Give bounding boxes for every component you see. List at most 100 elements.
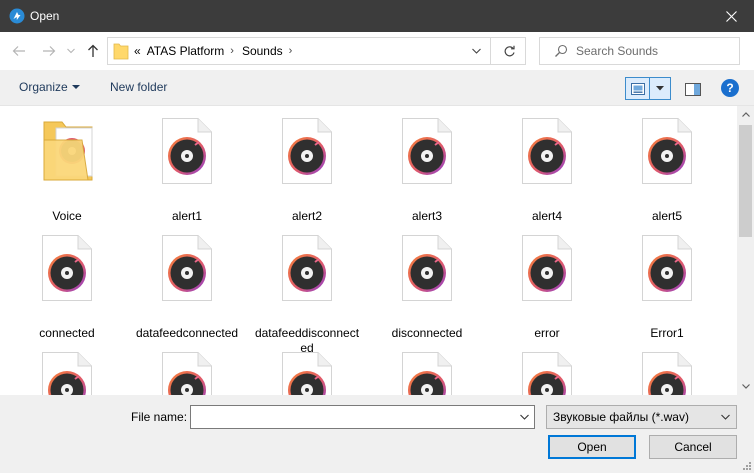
file-item[interactable]: alert1	[132, 106, 242, 226]
scroll-down-button[interactable]	[737, 378, 754, 395]
recent-locations-button[interactable]	[64, 40, 78, 62]
file-item[interactable]	[612, 340, 722, 395]
open-button[interactable]: Open	[548, 435, 636, 459]
file-type-dropdown[interactable]	[718, 406, 732, 428]
chevron-up-icon	[741, 112, 750, 117]
file-list: Voice alert1 alert2 alert3 alert4 alert5…	[0, 106, 737, 395]
breadcrumb-overflow[interactable]: «	[134, 44, 141, 58]
resize-grip-icon[interactable]	[742, 461, 752, 471]
close-button[interactable]	[708, 0, 754, 32]
audio-file-icon	[42, 352, 92, 395]
chevron-down-icon	[519, 414, 529, 420]
audio-file-icon	[642, 352, 692, 395]
breadcrumb-separator-icon[interactable]: ›	[230, 45, 234, 57]
file-item[interactable]: connected	[12, 223, 122, 343]
footer-panel: File name: Звуковые файлы (*.wav) Open C…	[0, 395, 754, 473]
chevron-down-icon	[656, 86, 664, 91]
file-item[interactable]: error	[492, 223, 602, 343]
file-item[interactable]: Error1	[612, 223, 722, 343]
file-item[interactable]: disconnected	[372, 223, 482, 343]
back-button[interactable]	[8, 40, 30, 62]
file-name-label: File name:	[131, 410, 188, 424]
organize-label: Organize	[19, 80, 68, 94]
file-item[interactable]: datafeedconnected	[132, 223, 242, 343]
window-title: Open	[30, 9, 60, 23]
file-name-label: alert3	[411, 209, 443, 223]
breadcrumb-separator-icon[interactable]: ›	[289, 45, 293, 57]
scroll-thumb[interactable]	[739, 125, 752, 237]
up-button[interactable]	[82, 40, 104, 62]
title-bar: Open	[0, 0, 754, 32]
scroll-up-button[interactable]	[737, 106, 754, 123]
file-item[interactable]: alert2	[252, 106, 362, 226]
change-view-button[interactable]	[625, 77, 671, 100]
command-bar: Organize New folder ?	[0, 70, 754, 106]
audio-file-icon	[282, 235, 332, 301]
search-box[interactable]: Search Sounds	[539, 37, 740, 65]
audio-file-icon	[282, 118, 332, 184]
file-name-label: alert4	[531, 209, 563, 223]
file-name-history-dropdown[interactable]	[514, 406, 534, 428]
new-folder-button[interactable]: New folder	[110, 80, 167, 94]
file-item[interactable]: alert5	[612, 106, 722, 226]
file-type-select[interactable]: Звуковые файлы (*.wav)	[546, 405, 737, 429]
file-item[interactable]	[132, 340, 242, 395]
atas-app-icon	[9, 8, 25, 24]
navigation-bar: « ATAS Platform › Sounds › Search Sounds	[0, 32, 754, 70]
audio-file-icon	[282, 352, 332, 395]
file-item[interactable]: datafeeddisconnected	[252, 223, 362, 355]
file-name-label: alert5	[651, 209, 683, 223]
address-bar[interactable]: « ATAS Platform › Sounds ›	[107, 37, 526, 65]
up-arrow-icon	[88, 44, 98, 57]
audio-file-icon	[42, 235, 92, 301]
file-item[interactable]: alert3	[372, 106, 482, 226]
forward-button[interactable]	[38, 40, 60, 62]
audio-file-icon	[402, 352, 452, 395]
file-name-label: Voice	[52, 209, 82, 223]
audio-file-icon	[162, 235, 212, 301]
file-item[interactable]	[492, 340, 602, 395]
search-icon	[555, 44, 568, 57]
file-name-label: disconnected	[391, 326, 463, 340]
folder-icon	[42, 118, 93, 184]
organize-button[interactable]: Organize	[19, 80, 80, 94]
preview-pane-button[interactable]	[683, 80, 703, 98]
audio-file-icon	[522, 352, 572, 395]
chevron-down-icon	[472, 48, 481, 54]
breadcrumb-atas-platform[interactable]: ATAS Platform	[147, 44, 225, 58]
large-icons-view-icon	[630, 82, 645, 95]
file-item[interactable]: alert4	[492, 106, 602, 226]
search-input[interactable]: Search Sounds	[576, 44, 658, 58]
file-item[interactable]	[12, 340, 122, 395]
file-name-label: connected	[39, 326, 95, 340]
breadcrumb-sounds[interactable]: Sounds	[242, 44, 283, 58]
file-name-label: error	[534, 326, 560, 340]
vertical-scrollbar[interactable]	[737, 106, 754, 395]
address-history-button[interactable]	[463, 38, 491, 64]
chevron-down-icon	[67, 48, 75, 54]
help-button[interactable]: ?	[721, 79, 739, 97]
view-icon[interactable]	[626, 78, 650, 99]
audio-file-icon	[402, 235, 452, 301]
audio-file-icon	[162, 352, 212, 395]
audio-file-icon	[402, 118, 452, 184]
chevron-down-icon	[741, 384, 750, 389]
refresh-button[interactable]	[493, 38, 525, 64]
cancel-button[interactable]: Cancel	[649, 435, 737, 459]
back-arrow-icon	[12, 46, 25, 56]
audio-file-icon	[522, 118, 572, 184]
file-item[interactable]	[372, 340, 482, 395]
close-icon	[725, 10, 737, 22]
folder-icon	[113, 43, 129, 60]
forward-arrow-icon	[43, 46, 56, 56]
file-name-input[interactable]	[190, 405, 535, 429]
folder-item[interactable]: Voice	[12, 106, 122, 226]
file-name-label: Error1	[650, 326, 684, 340]
chevron-down-icon	[71, 85, 80, 89]
view-options-dropdown[interactable]	[650, 78, 670, 99]
audio-file-icon	[642, 118, 692, 184]
refresh-icon	[504, 45, 515, 56]
file-type-value: Звуковые файлы (*.wav)	[553, 410, 689, 424]
file-item[interactable]	[252, 340, 362, 395]
audio-file-icon	[642, 235, 692, 301]
